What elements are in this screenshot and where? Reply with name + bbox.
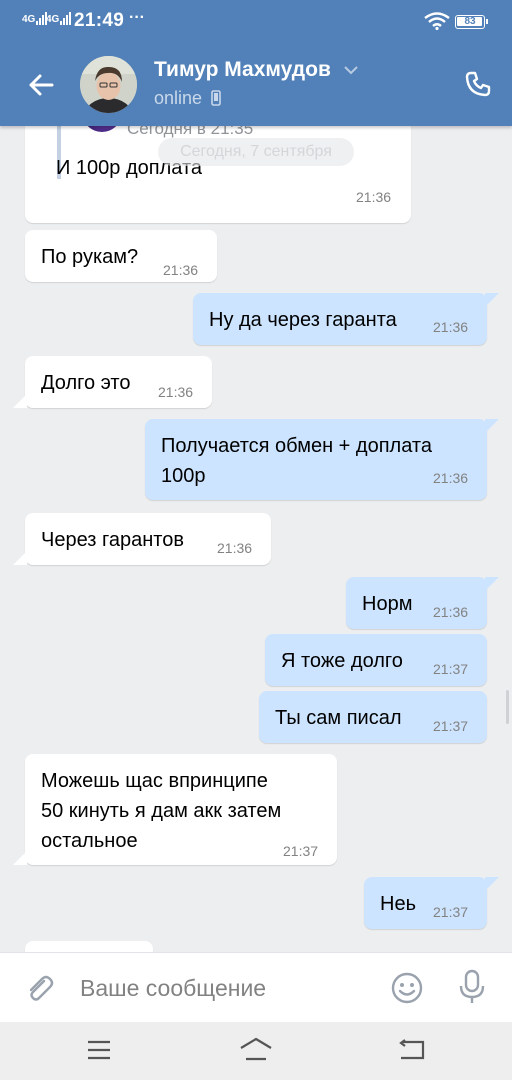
message-time: 21:36 [158, 384, 194, 400]
forwarded-author-avatar[interactable] [82, 126, 122, 132]
nav-home-icon[interactable] [238, 1036, 274, 1062]
contact-status: online [154, 88, 221, 109]
clock: 21:49 [74, 10, 125, 31]
message-time: 21:36 [163, 262, 199, 278]
signal-2-label: 4G [46, 14, 60, 25]
bubble-tail [485, 293, 499, 307]
message-text: Ну да через гаранта [209, 309, 397, 331]
avatar-photo [80, 56, 137, 113]
notification-dots: ··· [129, 9, 145, 26]
message-bubble-outgoing[interactable]: Ты сам писал 21:37 [259, 691, 487, 743]
message-text: Можешь щас впринципе 50 кинуть я дам акк… [41, 770, 282, 852]
message-time: 21:36 [433, 470, 469, 486]
bubble-tail [485, 419, 499, 433]
system-nav-bar [0, 1022, 512, 1080]
message-time: 21:37 [433, 718, 469, 734]
emoji-icon[interactable] [390, 971, 424, 1005]
message-bubble-outgoing[interactable]: Я тоже долго 21:37 [265, 634, 487, 686]
message-time: 21:36 [433, 604, 469, 620]
message-composer [0, 952, 512, 1022]
message-bubble-incoming[interactable] [25, 941, 153, 952]
message-bubble-incoming[interactable]: Долго это 21:36 [13, 356, 212, 408]
battery-level: 83 [464, 16, 476, 27]
bubble-tail [485, 577, 499, 591]
signal-bars-icon [60, 12, 72, 25]
message-time: 21:36 [433, 319, 469, 335]
message-time: 21:36 [217, 540, 253, 556]
bubble-tail [13, 394, 27, 408]
contact-avatar[interactable] [80, 56, 137, 113]
message-bubble-outgoing[interactable]: Норм 21:36 [346, 577, 499, 629]
bubble-tail [13, 551, 27, 565]
message-time: 21:37 [433, 661, 469, 677]
message-bubble-incoming[interactable]: По рукам? 21:36 [25, 230, 217, 282]
message-bubble-outgoing[interactable]: Неь 21:37 [364, 877, 499, 929]
bubble-tail [485, 877, 499, 891]
message-bubble-outgoing[interactable]: Ну да через гаранта 21:36 [193, 293, 499, 345]
phone-icon[interactable] [464, 70, 492, 98]
chevron-down-icon[interactable] [344, 65, 358, 75]
microphone-icon[interactable] [458, 969, 486, 1005]
bubble-tail [13, 851, 27, 865]
status-text: online [154, 88, 203, 108]
status-bar: 4G 4G 21:49 ··· 83 [0, 0, 512, 44]
wifi-icon [424, 12, 450, 30]
signal-indicator-1: 4G [22, 12, 48, 25]
message-time: 21:36 [356, 189, 392, 205]
message-text: Получается обмен + доплата 100р [161, 435, 432, 487]
signal-indicator-2: 4G [46, 12, 72, 25]
nav-menu-icon[interactable] [86, 1039, 112, 1061]
message-bubble-incoming[interactable]: Через гарантов 21:36 [13, 513, 271, 565]
chat-header: Тимур Махмудов online [0, 44, 512, 126]
signal-1-label: 4G [22, 14, 36, 25]
message-bubble-incoming[interactable]: Можешь щас впринципе 50 кинуть я дам акк… [13, 754, 337, 865]
message-list[interactable]: Сегодня в 21:35 И 100р доплата 21:36 Сег… [0, 126, 512, 952]
nav-back-icon[interactable] [397, 1038, 427, 1062]
message-input[interactable] [80, 971, 370, 1005]
contact-name[interactable]: Тимур Махмудов [154, 58, 331, 82]
paperclip-icon[interactable] [24, 973, 56, 1005]
message-bubble-outgoing[interactable]: Получается обмен + доплата 100р 21:36 [145, 419, 499, 500]
scrollbar[interactable] [506, 690, 509, 724]
mobile-icon [211, 90, 221, 106]
battery-icon: 83 [455, 15, 488, 29]
date-separator: Сегодня, 7 сентября [158, 138, 354, 166]
back-arrow-icon[interactable] [26, 70, 56, 100]
message-time: 21:37 [283, 843, 319, 859]
message-time: 21:37 [433, 904, 469, 920]
